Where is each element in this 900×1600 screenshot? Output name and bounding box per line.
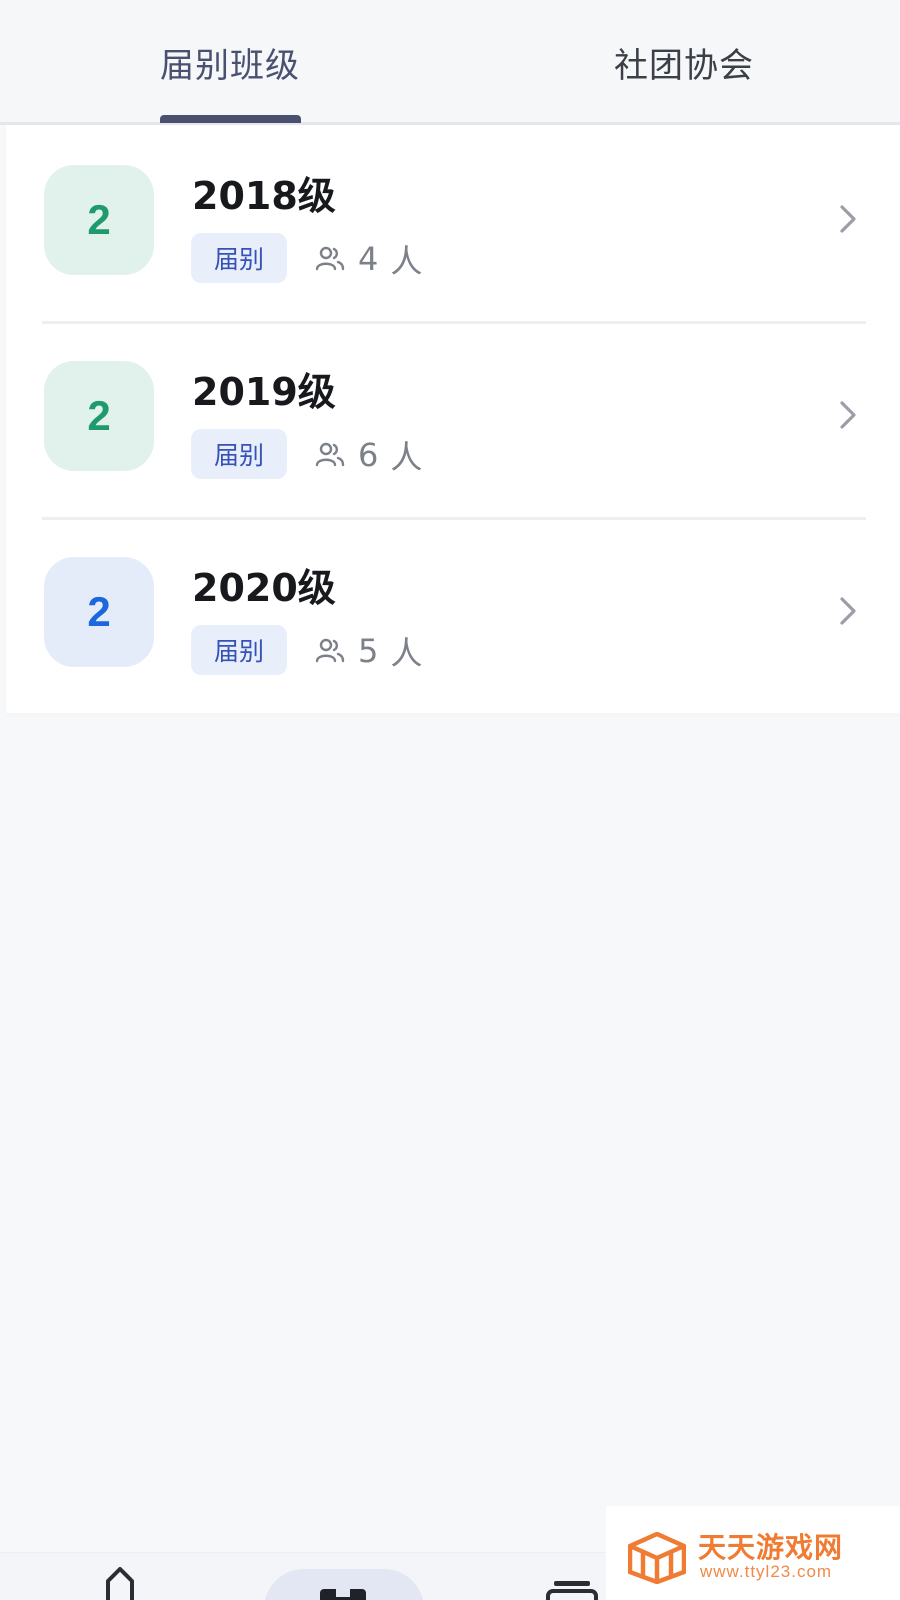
classes-icon[interactable] [318, 1585, 368, 1600]
watermark-logo-icon [628, 1532, 686, 1584]
tab-bar: 届别班级 社团协会 [0, 0, 900, 125]
list-item-2018[interactable]: 2 2018级 届别 4 人 [6, 125, 900, 321]
people-icon [315, 246, 345, 271]
people-icon [315, 638, 345, 663]
member-count-value: 6 [358, 436, 379, 474]
member-count-unit: 人 [390, 242, 423, 280]
people-icon [315, 442, 345, 467]
member-count-unit: 人 [390, 438, 423, 476]
class-type-tag: 届别 [191, 233, 287, 283]
member-count: 4 人 [314, 237, 422, 281]
member-count: 6 人 [314, 433, 422, 477]
watermark-title: 天天游戏网 [698, 1531, 844, 1564]
list-item-2020[interactable]: 2 2020级 届别 5 人 [6, 517, 900, 713]
class-avatar: 2 [44, 361, 154, 471]
class-title: 2020级 [192, 566, 336, 610]
watermark-url: www.ttyl23.com [700, 1562, 833, 1581]
chevron-right-icon [840, 205, 856, 233]
member-count: 5 人 [314, 629, 422, 673]
class-title: 2018级 [192, 174, 336, 218]
site-watermark: 天天游戏网 www.ttyl23.com [606, 1506, 900, 1600]
tab-classes[interactable]: 届别班级 [160, 38, 300, 87]
member-count-value: 4 [358, 240, 379, 278]
chevron-right-icon [840, 597, 856, 625]
list-item-2019[interactable]: 2 2019级 届别 6 人 [6, 321, 900, 517]
member-count-value: 5 [358, 632, 379, 670]
tab-active-indicator [160, 115, 301, 123]
page: 届别班级 社团协会 2 2018级 届别 4 人 2 2019级 届别 6 人 … [0, 0, 900, 1600]
member-count-unit: 人 [390, 634, 423, 672]
tab-clubs[interactable]: 社团协会 [614, 38, 754, 87]
home-icon[interactable] [100, 1561, 140, 1600]
class-list: 2 2018级 届别 4 人 2 2019级 届别 6 人 2 2020级 届别… [6, 125, 900, 713]
profile-icon[interactable] [546, 1579, 598, 1600]
class-type-tag: 届别 [191, 625, 287, 675]
class-type-tag: 届别 [191, 429, 287, 479]
class-avatar: 2 [44, 557, 154, 667]
chevron-right-icon [840, 401, 856, 429]
class-title: 2019级 [192, 370, 336, 414]
class-avatar: 2 [44, 165, 154, 275]
